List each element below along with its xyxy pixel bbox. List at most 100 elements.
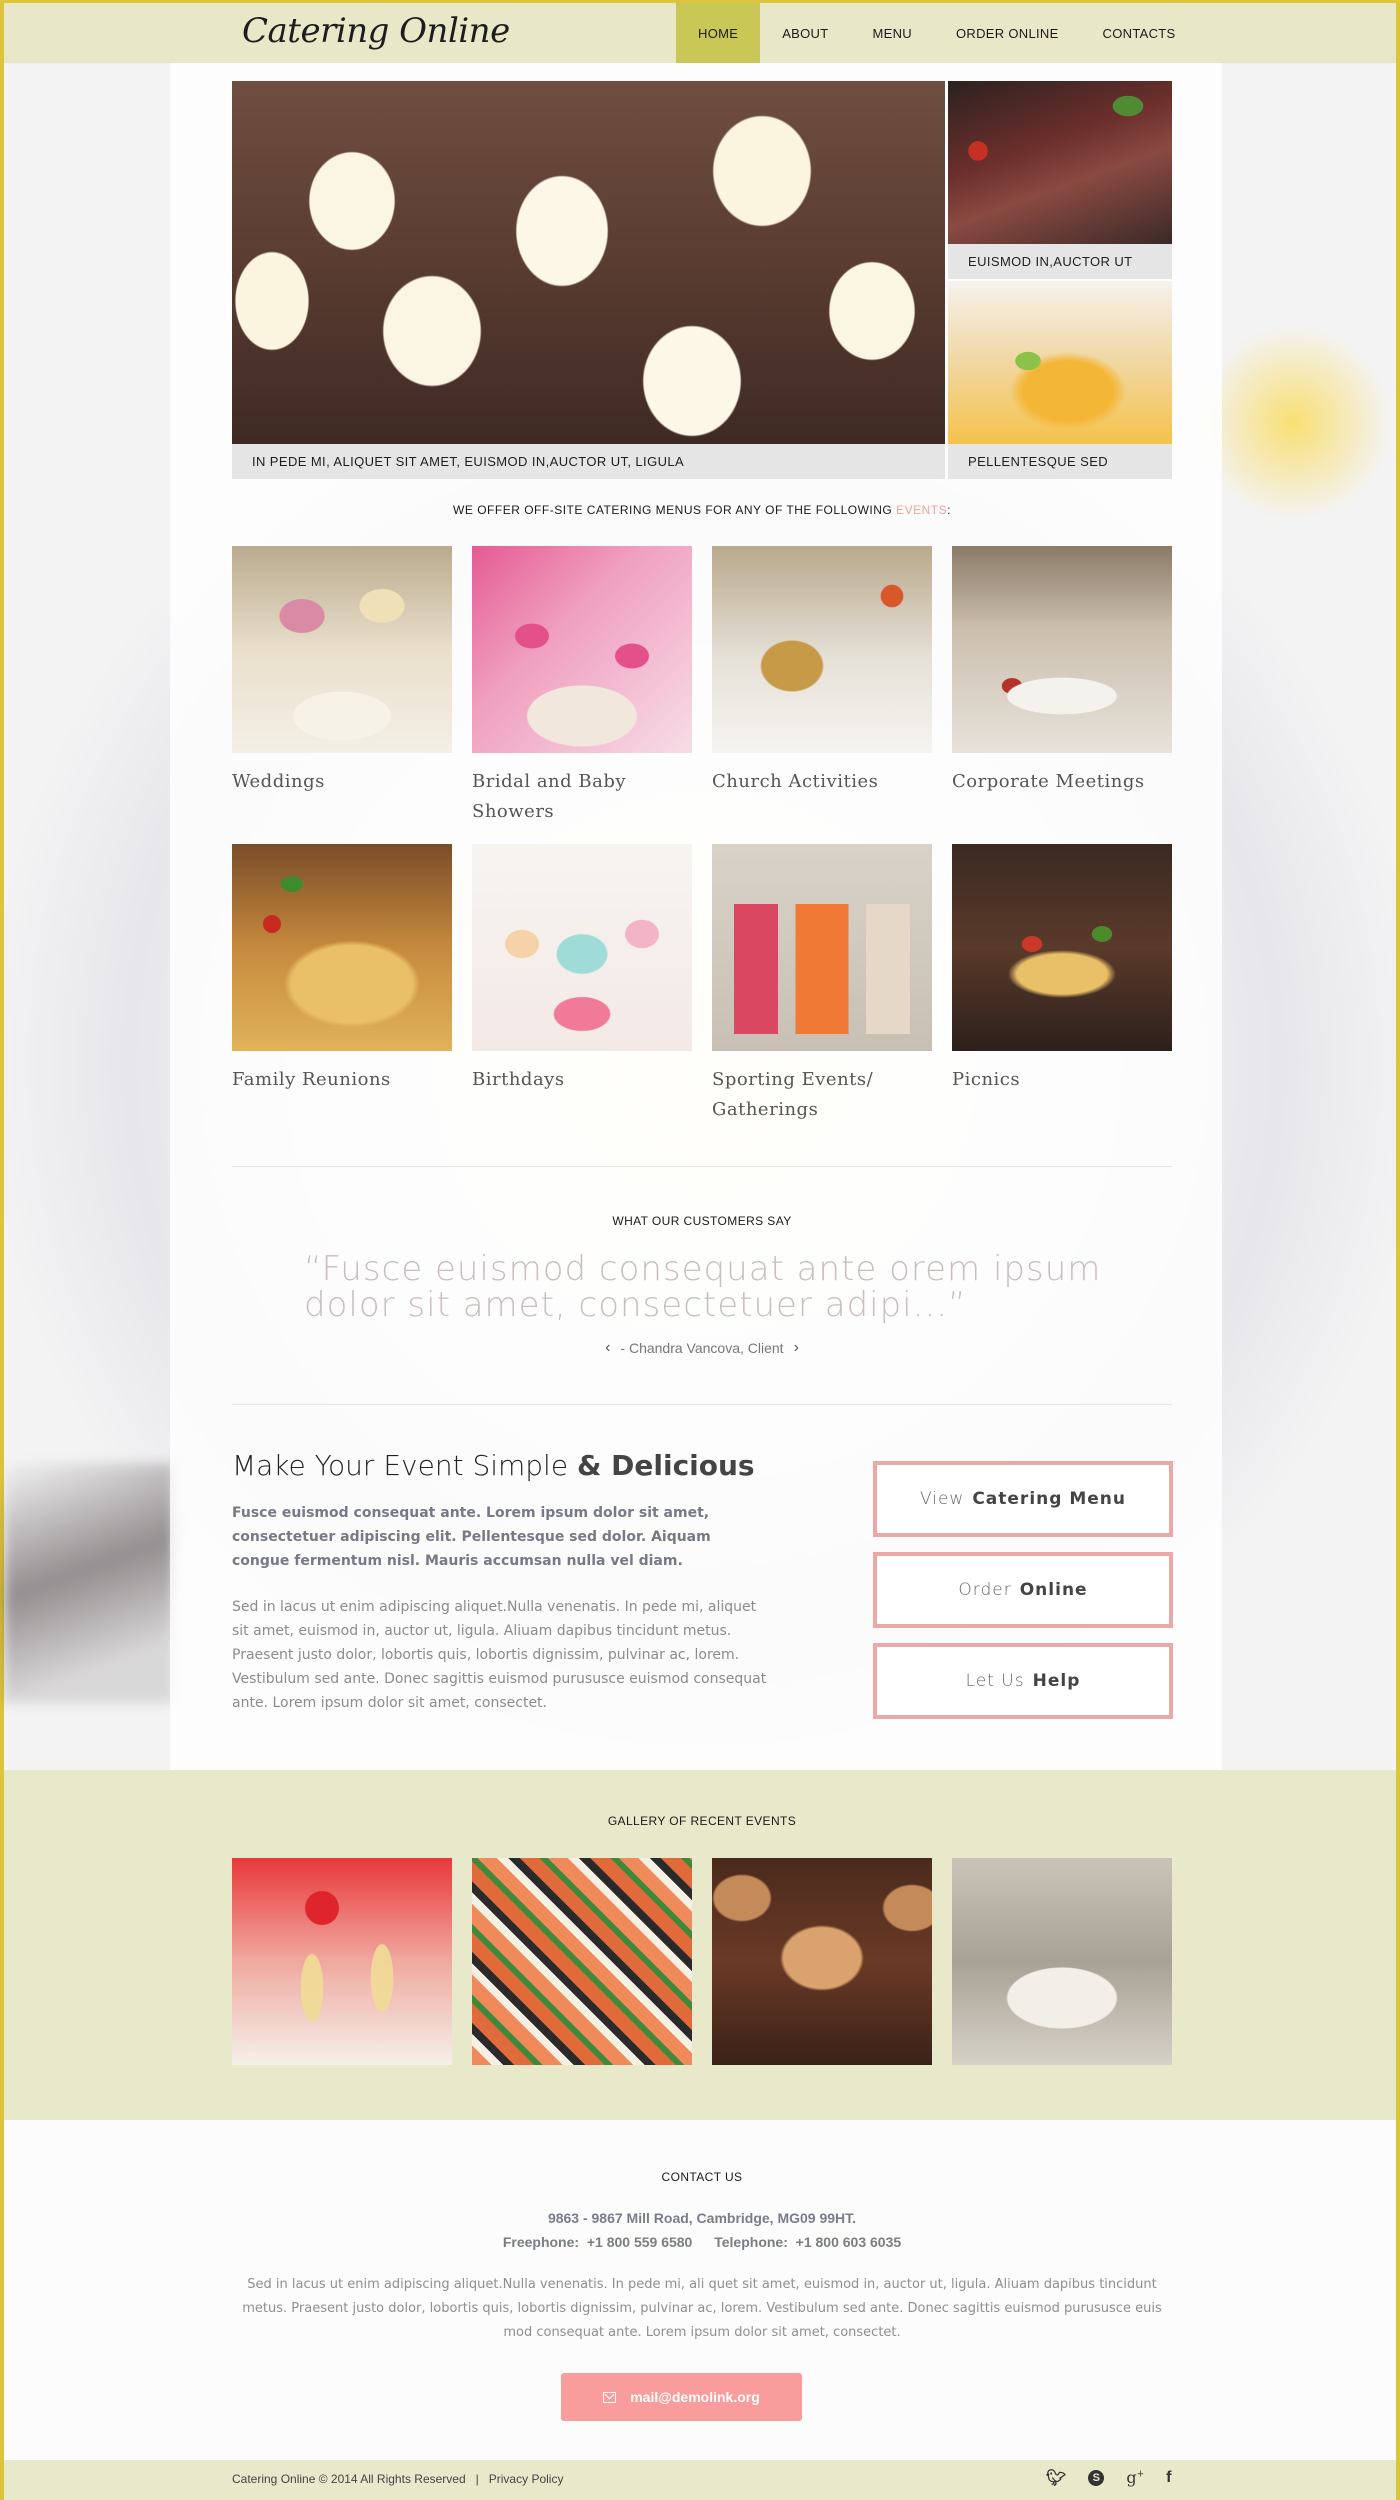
event-card-picnics[interactable]: Picnics [952, 844, 1172, 1142]
event-card-weddings[interactable]: Weddings [232, 546, 452, 844]
cta-light-text: Order [958, 1580, 1012, 1600]
event-card-corporate-meetings[interactable]: Corporate Meetings [952, 546, 1172, 844]
nav-item-order-online[interactable]: ORDER ONLINE [934, 3, 1081, 63]
nav-item-contacts[interactable]: CONTACTS [1081, 3, 1198, 63]
footer-left: Catering Online © 2014 All Rights Reserv… [232, 2472, 563, 2486]
testimonials-heading: WHAT OUR CUSTOMERS SAY [612, 1214, 792, 1228]
event-label: Birthdays [472, 1069, 565, 1090]
gallery-section: GALLERY OF RECENT EVENTS [4, 1770, 1396, 2120]
hero-slider: IN PEDE MI, ALIQUET SIT AMET, EUISMOD IN… [232, 81, 1172, 479]
gallery-item-sushi[interactable] [472, 1858, 692, 2065]
let-us-help-button[interactable]: Let Us Help [873, 1643, 1173, 1719]
footer-separator: | [475, 2472, 479, 2486]
hero-side-top-caption: EUISMOD IN,AUCTOR UT [948, 244, 1172, 279]
event-card-church-activities[interactable]: Church Activities [712, 546, 932, 844]
skype-icon[interactable]: S [1088, 2469, 1105, 2486]
google-plus-icon[interactable]: g+ [1126, 2468, 1144, 2487]
wedding-cake-image [232, 546, 452, 753]
cta-bold-text: Catering Menu [972, 1489, 1126, 1509]
copyright: Catering Online © 2014 All Rights Reserv… [232, 2472, 466, 2486]
cta-light-text: View [919, 1489, 965, 1509]
social-links: 🐦︎ S g+ f [1046, 2468, 1171, 2487]
testimonial-author: - Chandra Vancova, Client [620, 1340, 784, 1356]
contact-heading: CONTACT US [661, 2170, 743, 2184]
events-heading: WE OFFER OFF-SITE CATERING MENUS FOR ANY… [232, 503, 1172, 517]
section-divider [232, 1166, 1172, 1167]
privacy-policy-link[interactable]: Privacy Policy [489, 2472, 564, 2486]
email-address: mail@demolink.org [630, 2389, 760, 2405]
event-label: Sporting Events/ Gatherings [712, 1069, 874, 1120]
email-button[interactable]: mail@demolink.org [561, 2373, 802, 2421]
chevron-left-icon[interactable]: ‹ [601, 1339, 614, 1357]
gallery-grid [232, 1858, 1172, 2065]
tacos-image [952, 844, 1172, 1051]
site-header: Catering Online HOME ABOUT MENU ORDER ON… [4, 3, 1396, 63]
contact-text: Sed in lacus ut enim adipiscing aliquet.… [242, 2277, 1162, 2340]
contact-address: 9863 - 9867 Mill Road, Cambridge, MG09 9… [547, 2210, 857, 2226]
freephone-number[interactable]: +1 800 559 6580 [587, 2234, 693, 2250]
twitter-icon[interactable]: 🐦︎ [1046, 2468, 1066, 2487]
smoothies-image [712, 844, 932, 1051]
hero-side-bottom-caption: PELLENTESQUE SED [948, 444, 1172, 479]
event-label: Weddings [232, 771, 325, 792]
contact-address-block: 9863 - 9867 Mill Road, Cambridge, MG09 9… [232, 2206, 1172, 2254]
event-label: Church Activities [712, 771, 879, 792]
site-footer: Catering Online © 2014 All Rights Reserv… [4, 2460, 1396, 2500]
background-fork-image [4, 1463, 174, 1703]
section-divider [232, 1404, 1172, 1405]
hero-side-slide-top[interactable]: EUISMOD IN,AUCTOR UT [948, 81, 1172, 279]
gallery-item-champagne[interactable] [232, 1858, 452, 2065]
cta-light-text: Let Us [965, 1671, 1025, 1691]
nav-item-about[interactable]: ABOUT [760, 3, 850, 63]
event-card-bridal-showers[interactable]: Bridal and Baby Showers [472, 546, 692, 844]
testimonial-author-row: ‹ - Chandra Vancova, Client › [232, 1339, 1172, 1357]
promo-lead: Fusce euismod consequat ante. Lorem ipsu… [232, 1505, 711, 1569]
event-card-family-reunions[interactable]: Family Reunions [232, 844, 452, 1142]
event-label: Corporate Meetings [952, 771, 1145, 792]
hero-main-slide[interactable]: IN PEDE MI, ALIQUET SIT AMET, EUISMOD IN… [232, 81, 945, 479]
event-card-sporting-events[interactable]: Sporting Events/ Gatherings [712, 844, 932, 1142]
events-heading-text: WE OFFER OFF-SITE CATERING MENUS FOR ANY… [453, 503, 897, 517]
event-label: Family Reunions [232, 1069, 391, 1090]
promo-title-bold: & Delicious [576, 1449, 755, 1482]
promo-body: Sed in lacus ut enim adipiscing aliquet.… [232, 1599, 767, 1711]
cta-bold-text: Help [1032, 1671, 1081, 1691]
cupcakes-image [232, 81, 945, 444]
promo-title-light: Make Your Event Simple [232, 1449, 577, 1482]
envelope-icon [603, 2391, 617, 2403]
order-online-button[interactable]: Order Online [873, 1552, 1173, 1628]
gallery-item-plated-dish[interactable] [952, 1858, 1172, 2065]
promo-title: Make Your Event Simple & Delicious [232, 1449, 755, 1482]
contact-section: CONTACT US 9863 - 9867 Mill Road, Cambri… [4, 2120, 1396, 2460]
hero-main-caption: IN PEDE MI, ALIQUET SIT AMET, EUISMOD IN… [232, 444, 945, 479]
dessert-image [948, 281, 1172, 444]
event-card-birthdays[interactable]: Birthdays [472, 844, 692, 1142]
freephone-label: Freephone: [502, 2234, 580, 2250]
steak-image [948, 81, 1172, 244]
nav-item-home[interactable]: HOME [676, 3, 761, 63]
logo[interactable]: Catering Online [242, 11, 510, 51]
nav-item-menu[interactable]: MENU [851, 3, 934, 63]
event-label: Bridal and Baby Showers [472, 771, 627, 822]
view-catering-menu-button[interactable]: View Catering Menu [873, 1461, 1173, 1537]
pizza-image [232, 844, 452, 1051]
pink-cupcakes-image [472, 546, 692, 753]
chevron-right-icon[interactable]: › [790, 1339, 803, 1357]
pastel-cupcakes-image [472, 844, 692, 1051]
facebook-icon[interactable]: f [1166, 2469, 1171, 2487]
events-heading-accent: EVENTS [896, 503, 948, 517]
testimonial-quote: “Fusce euismod consequat ante orem ipsum… [304, 1249, 1102, 1325]
events-grid: Weddings Bridal and Baby Showers Church … [232, 546, 1172, 1142]
main-nav: HOME ABOUT MENU ORDER ONLINE CONTACTS [676, 3, 1197, 63]
cta-bold-text: Online [1019, 1580, 1088, 1600]
event-label: Picnics [952, 1069, 1021, 1090]
appetizer-image [712, 546, 932, 753]
telephone-label: Telephone: [714, 2234, 788, 2250]
telephone-number[interactable]: +1 800 603 6035 [796, 2234, 902, 2250]
events-heading-suffix: : [947, 503, 951, 517]
gallery-heading: GALLERY OF RECENT EVENTS [607, 1814, 797, 1828]
hero-side-slide-bottom[interactable]: PELLENTESQUE SED [948, 281, 1172, 479]
banquet-table-image [952, 546, 1172, 753]
contact-phones: Freephone: +1 800 559 6580 Telephone: +1… [232, 2230, 1172, 2254]
gallery-item-chocolate-cupcakes[interactable] [712, 1858, 932, 2065]
